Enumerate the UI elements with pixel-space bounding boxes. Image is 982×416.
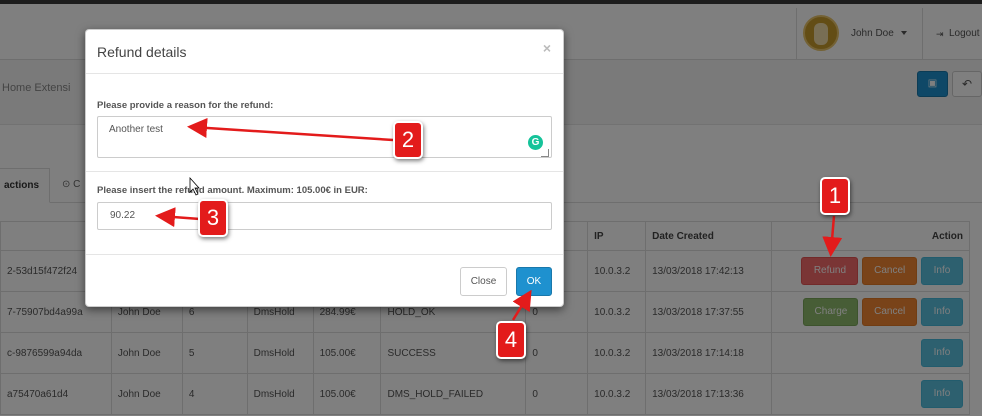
arrow-3 [155, 207, 201, 228]
arrow-4 [511, 289, 532, 321]
arrow-2 [187, 117, 394, 142]
annotation-callout-4: 4 [496, 321, 526, 359]
annotation-callout-1: 1 [820, 177, 850, 215]
arrow-1 [822, 215, 843, 257]
annotation-callout-2: 2 [393, 121, 423, 159]
annotation-callout-3: 3 [198, 199, 228, 237]
mouse-cursor-icon [189, 176, 200, 196]
